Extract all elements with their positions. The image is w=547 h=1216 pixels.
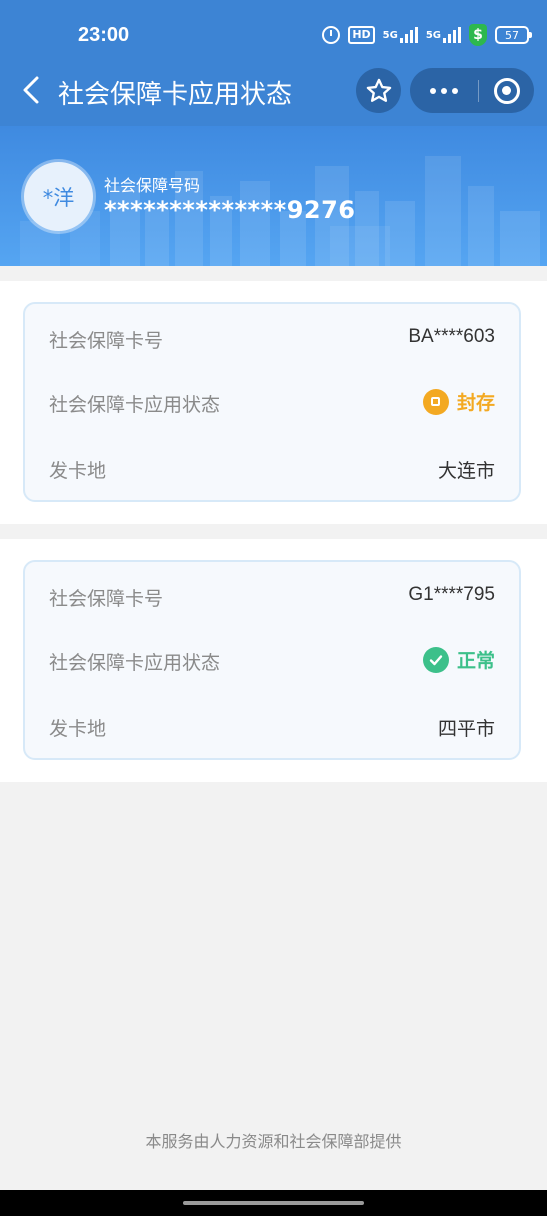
card-number-value: G1****795 [408,584,495,605]
home-indicator[interactable] [183,1201,364,1205]
issuer-label: 发卡地 [49,460,107,482]
card-number-value: BA****603 [408,326,495,347]
back-button[interactable] [14,70,48,110]
ssn-label: 社会保障号码 [104,176,201,195]
hd-icon: HD [348,26,375,44]
card-status-label: 社会保障卡应用状态 [49,652,221,674]
shield-icon: $ [469,24,487,46]
alarm-icon [322,26,341,44]
card-number-label: 社会保障卡号 [49,330,164,352]
title-bar: 社会保障卡应用状态 [0,54,547,126]
card-issuer-row: 发卡地 大连市 [25,454,519,484]
battery-icon: 57 [495,26,532,44]
service-provider-note: 本服务由人力资源和社会保障部提供 [145,1132,402,1151]
card-status-row: 社会保障卡应用状态 封存 [25,388,519,418]
status-badge-sealed: 封存 [422,388,495,415]
card-number-row: 社会保障卡号 G1****795 [25,582,519,612]
signal-5g-icon: 5G [383,27,418,43]
page-title: 社会保障卡应用状态 [58,80,293,110]
close-button[interactable] [479,68,534,113]
card-status-row: 社会保障卡应用状态 正常 [25,646,519,676]
avatar: *洋 [24,162,93,231]
status-icons: HD 5G 5G $ 57 [322,24,532,46]
card-number-row: 社会保障卡号 BA****603 [25,324,519,354]
status-time: 23:00 [78,24,130,46]
issuer-label: 发卡地 [49,718,107,740]
status-bar: 23:00 HD 5G 5G $ 57 [0,0,547,54]
card-section-2: 社会保障卡号 G1****795 社会保障卡应用状态 正常 发卡地 四平市 [0,539,547,782]
more-dots-icon [430,87,436,94]
net2-label: 5G [425,29,441,41]
signal-5g-icon-2: 5G [426,27,461,43]
favorite-button[interactable] [356,68,401,113]
more-button[interactable] [410,68,478,113]
card-info-panel: 社会保障卡号 G1****795 社会保障卡应用状态 正常 发卡地 四平市 [23,560,521,760]
issuer-value: 大连市 [437,460,495,482]
chevron-left-icon [23,76,39,104]
star-icon [366,78,391,102]
status-text: 正常 [456,650,495,672]
status-text: 封存 [456,392,495,414]
sealed-icon [422,388,449,415]
check-circle-icon [422,646,449,673]
status-badge-normal: 正常 [422,646,495,673]
signal-bars-icon [399,27,418,43]
net1-label: 5G [382,29,398,41]
mini-program-capsule [410,68,534,113]
profile-banner: *洋 社会保障号码 **************9276 [0,126,547,266]
card-info-panel: 社会保障卡号 BA****603 社会保障卡应用状态 封存 发卡地 大连市 [23,302,521,502]
target-close-icon [493,77,520,104]
card-number-label: 社会保障卡号 [49,588,164,610]
issuer-value: 四平市 [437,718,495,740]
card-section-1: 社会保障卡号 BA****603 社会保障卡应用状态 封存 发卡地 大连市 [0,281,547,524]
signal-bars-icon-2 [443,27,461,43]
system-nav-bar [0,1190,547,1216]
ssn-value: **************9276 [104,196,356,224]
card-status-label: 社会保障卡应用状态 [49,394,221,416]
card-issuer-row: 发卡地 四平市 [25,712,519,742]
